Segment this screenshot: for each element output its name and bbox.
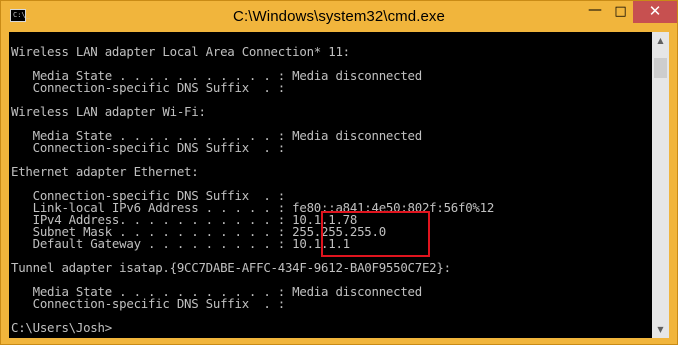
maximize-button[interactable]: □ bbox=[608, 1, 633, 23]
ip-highlight-box bbox=[321, 211, 430, 257]
close-icon: ✕ bbox=[648, 2, 662, 20]
console-line: Connection-specific DNS Suffix . : bbox=[11, 296, 286, 311]
title-bar[interactable]: C:\_ C:\Windows\system32\cmd.exe — □ ✕ bbox=[1, 1, 677, 32]
command-prompt[interactable]: C:\Users\Josh> bbox=[11, 321, 112, 334]
console-line: Tunnel adapter isatap.{9CC7DABE-AFFC-434… bbox=[11, 260, 451, 275]
cmd-window: C:\_ C:\Windows\system32\cmd.exe — □ ✕ W… bbox=[0, 0, 678, 345]
vertical-scrollbar[interactable]: ▲ ▼ bbox=[652, 32, 669, 338]
scroll-down-icon[interactable]: ▼ bbox=[652, 321, 669, 338]
console-line: Connection-specific DNS Suffix . : bbox=[11, 80, 286, 95]
minimize-button[interactable]: — bbox=[582, 1, 608, 23]
close-button[interactable]: ✕ bbox=[633, 1, 677, 23]
console-line: Wireless LAN adapter Wi-Fi: bbox=[11, 104, 206, 119]
console-line: Connection-specific DNS Suffix . : bbox=[11, 140, 286, 155]
window-title: C:\Windows\system32\cmd.exe bbox=[233, 8, 445, 25]
console-output[interactable]: Wireless LAN adapter Local Area Connecti… bbox=[9, 32, 652, 338]
scrollbar-thumb[interactable] bbox=[654, 58, 667, 78]
scroll-up-icon[interactable]: ▲ bbox=[652, 32, 669, 49]
console-line: Ethernet adapter Ethernet: bbox=[11, 164, 199, 179]
console-line: Default Gateway . . . . . . . . . : 10.1… bbox=[11, 236, 350, 251]
console-line: Wireless LAN adapter Local Area Connecti… bbox=[11, 44, 350, 59]
maximize-icon: □ bbox=[614, 4, 627, 19]
minimize-icon: — bbox=[588, 2, 602, 18]
